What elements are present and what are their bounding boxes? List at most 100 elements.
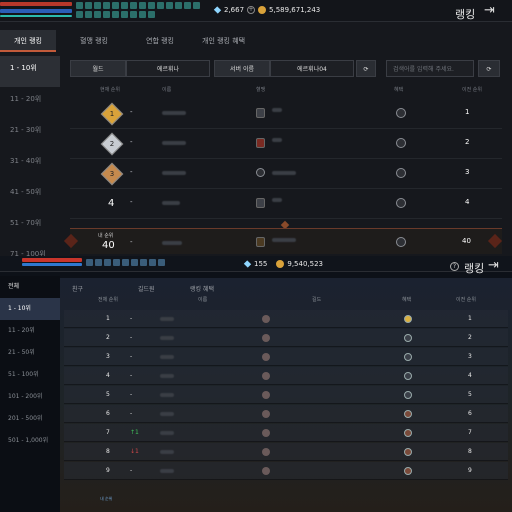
benefit-icon[interactable] [404, 429, 412, 437]
rank-change: - [130, 391, 133, 398]
sidebar-item-1-10[interactable]: 1 - 10위 [0, 56, 60, 87]
benefit-icon[interactable] [404, 372, 412, 380]
player-name-blurred [160, 393, 174, 397]
tab-personal-ranking[interactable]: 개인 랭킹 [0, 30, 56, 52]
benefit-icon[interactable] [404, 391, 412, 399]
table-header: 전체 순위 이름 길드 혜택 이전 순위 [60, 296, 512, 308]
prev-rank: 3 [468, 353, 472, 360]
guild-emblem-icon [262, 429, 270, 437]
benefit-icon[interactable] [404, 448, 412, 456]
table-row[interactable]: 8 ↓1 8 [64, 443, 508, 461]
help-icon[interactable]: ? [450, 262, 459, 271]
rank-number: 2 [109, 140, 115, 148]
guild-emblem-icon [262, 391, 270, 399]
refresh-filter-icon[interactable]: ⟳ [356, 60, 376, 77]
gold-amount: 5,589,671,243 [269, 6, 321, 14]
tab-guild-members[interactable]: 길드원 [138, 284, 155, 293]
rank-change: - [130, 315, 133, 322]
col-guild: 길드 [312, 297, 322, 303]
benefit-icon[interactable] [404, 315, 412, 323]
benefit-icon[interactable] [404, 410, 412, 418]
buff-icon [95, 259, 102, 266]
buff-icon [139, 11, 146, 18]
rank-change: - [130, 334, 133, 341]
table-row[interactable]: 5 - 5 [64, 386, 508, 404]
table-row[interactable]: 4 - 4 [70, 189, 502, 219]
rank-change: - [130, 138, 133, 146]
mp-bar [0, 9, 72, 13]
my-rank-row[interactable]: 내 순위 40 - 40 [70, 228, 502, 254]
col-rank: 전체 순위 [98, 297, 118, 303]
page-title: 랭킹 [455, 8, 476, 21]
buff-icon [130, 2, 137, 9]
sidebar-item-21-50[interactable]: 21 - 50위 [0, 342, 60, 364]
sidebar-item-101-200[interactable]: 101 - 200위 [0, 386, 60, 408]
table-row[interactable]: 3 - 3 [64, 348, 508, 366]
guild-emblem-icon [262, 448, 270, 456]
sidebar-item-all[interactable]: 전체 [0, 276, 60, 298]
table-row[interactable]: 6 - 6 [64, 405, 508, 423]
guild-emblem-icon [262, 315, 270, 323]
buff-icon [130, 11, 137, 18]
sidebar-item-21-30[interactable]: 21 - 30위 [0, 118, 60, 149]
add-gems-icon[interactable]: + [247, 6, 256, 14]
my-rank-change: - [130, 238, 133, 246]
sidebar-item-501-1000[interactable]: 501 - 1,000위 [0, 430, 60, 452]
tab-friends[interactable]: 친구 [72, 284, 83, 293]
tab-ranking-benefit[interactable]: 랭킹 혜택 [190, 284, 214, 293]
benefit-icon[interactable] [396, 237, 406, 247]
buff-icon [76, 2, 83, 9]
sidebar-item-201-500[interactable]: 201 - 500위 [0, 408, 60, 430]
tab-alliance-ranking[interactable]: 연합 랭킹 [132, 30, 188, 52]
table-row[interactable]: 2 - 2 [64, 329, 508, 347]
sidebar-item-1-10[interactable]: 1 - 10위 [0, 298, 60, 320]
search-input[interactable]: 검색어를 입력해 주세요. [386, 60, 474, 77]
hp-bar [0, 2, 72, 6]
currency-counter: 155 9,540,523 [243, 260, 323, 268]
prev-rank: 9 [468, 467, 472, 474]
guild-emblem-icon [262, 467, 270, 475]
prev-rank: 2 [468, 334, 472, 341]
table-row[interactable]: 2 - 2 [70, 129, 502, 159]
table-row[interactable]: 9 - 9 [64, 462, 508, 480]
prev-rank: 8 [468, 448, 472, 455]
table-row[interactable]: 1 - 1 [64, 310, 508, 328]
server-select[interactable]: 에르휘나04 [270, 60, 354, 77]
table-row[interactable]: 7 ↑1 7 [64, 424, 508, 442]
benefit-icon[interactable] [396, 168, 406, 178]
sidebar-item-11-20[interactable]: 11 - 20위 [0, 87, 60, 118]
sidebar-item-41-50[interactable]: 41 - 50위 [0, 180, 60, 211]
rank-number: 4 [106, 372, 110, 379]
buff-icon [85, 11, 92, 18]
ranking-screen-top: 2,667 + 5,589,671,243 랭킹 ⇥ 개인 랭킹 혈맹 랭킹 연… [0, 0, 512, 256]
exit-icon[interactable]: ⇥ [484, 3, 495, 18]
gold-coin-icon [276, 260, 285, 268]
benefit-icon[interactable] [404, 467, 412, 475]
pledge-name-blurred [272, 171, 296, 175]
sidebar-item-31-40[interactable]: 31 - 40위 [0, 149, 60, 180]
exit-icon[interactable]: ⇥ [488, 258, 499, 273]
benefit-icon[interactable] [404, 334, 412, 342]
benefit-icon[interactable] [396, 108, 406, 118]
rank-number: 4 [108, 198, 115, 209]
tab-personal-ranking-benefit[interactable]: 개인 랭킹 혜택 [188, 30, 259, 52]
buff-icon [149, 259, 156, 266]
sidebar-item-51-100[interactable]: 51 - 100위 [0, 364, 60, 386]
sidebar-item-11-20[interactable]: 11 - 20위 [0, 320, 60, 342]
world-select[interactable]: 에르휘나 [126, 60, 210, 77]
sidebar-item-71-100[interactable]: 71 - 100위 [0, 242, 60, 256]
benefit-icon[interactable] [396, 198, 406, 208]
benefit-icon[interactable] [396, 138, 406, 148]
prev-rank: 5 [468, 391, 472, 398]
buff-icon [103, 11, 110, 18]
benefit-icon[interactable] [404, 353, 412, 361]
tab-blood-pledge-ranking[interactable]: 혈맹 랭킹 [66, 30, 122, 52]
buff-icons-row2 [76, 11, 155, 18]
table-row[interactable]: 4 - 4 [64, 367, 508, 385]
table-row[interactable]: 3 - 3 [70, 159, 502, 189]
player-name-blurred [162, 141, 186, 145]
sidebar-item-51-70[interactable]: 51 - 70위 [0, 211, 60, 242]
search-refresh-icon[interactable]: ⟳ [478, 60, 500, 77]
player-name-blurred [160, 412, 174, 416]
table-row[interactable]: 1 - 1 [70, 99, 502, 129]
